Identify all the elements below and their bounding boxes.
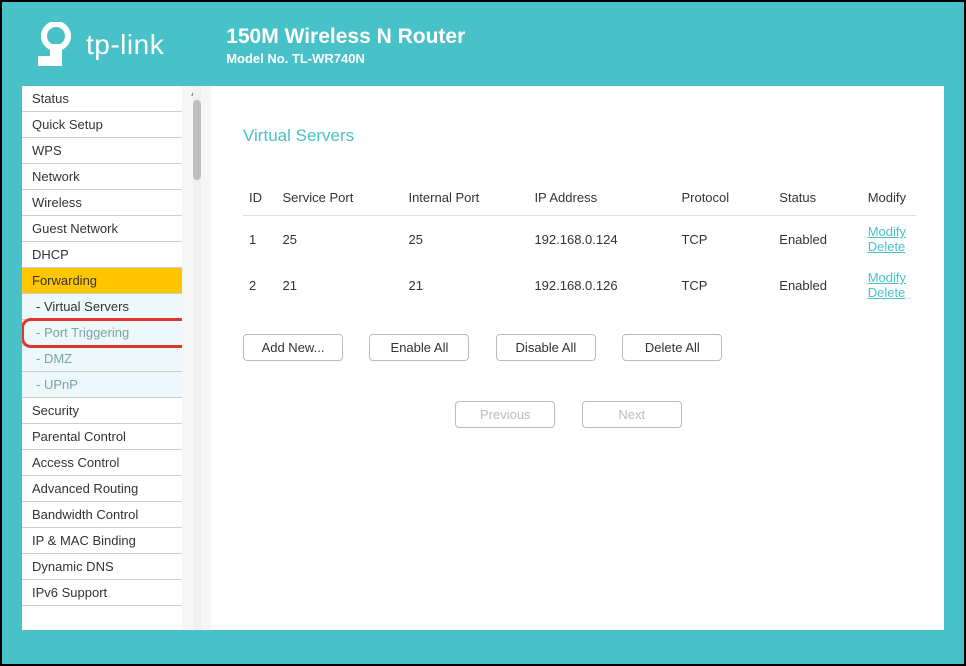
nav-network[interactable]: Network [22,164,182,190]
nav-ipv6-support[interactable]: IPv6 Support [22,580,182,606]
col-modify: Modify [862,184,916,216]
cell-internal-port: 25 [402,216,528,263]
col-status: Status [773,184,861,216]
nav-parental-control[interactable]: Parental Control [22,424,182,450]
title-block: 150M Wireless N Router Model No. TL-WR74… [226,25,465,66]
cell-id: 2 [243,262,277,308]
nav-bandwidth-control[interactable]: Bandwidth Control [22,502,182,528]
modify-link[interactable]: Modify [868,270,906,285]
action-buttons: Add New... Enable All Disable All Delete… [243,334,916,361]
nav-virtual-servers[interactable]: - Virtual Servers [22,294,182,320]
col-service-port: Service Port [277,184,403,216]
page-title: Virtual Servers [243,126,916,146]
virtual-servers-table: ID Service Port Internal Port IP Address… [243,184,916,308]
disable-all-button[interactable]: Disable All [496,334,596,361]
cell-status: Enabled [773,216,861,263]
nav-advanced-routing[interactable]: Advanced Routing [22,476,182,502]
header: tp-link 150M Wireless N Router Model No.… [22,22,944,86]
nav-ip-mac-binding[interactable]: IP & MAC Binding [22,528,182,554]
nav-wireless[interactable]: Wireless [22,190,182,216]
cell-service-port: 25 [277,216,403,263]
brand-name: tp-link [86,29,164,61]
modify-link[interactable]: Modify [868,224,906,239]
cell-ip: 192.168.0.126 [528,262,675,308]
nav-access-control[interactable]: Access Control [22,450,182,476]
delete-link[interactable]: Delete [868,239,906,254]
nav-port-triggering-highlight: - Port Triggering [22,320,182,346]
brand-logo: tp-link [36,22,164,68]
col-protocol: Protocol [675,184,773,216]
cell-service-port: 21 [277,262,403,308]
previous-button[interactable]: Previous [455,401,555,428]
cell-ip: 192.168.0.124 [528,216,675,263]
nav-status[interactable]: Status [22,86,182,112]
nav-dmz[interactable]: - DMZ [22,346,182,372]
delete-link[interactable]: Delete [868,285,906,300]
pager: Previous Next [243,401,916,428]
nav-quick-setup[interactable]: Quick Setup [22,112,182,138]
main-content: Virtual Servers ID Service Port Internal… [211,86,944,630]
nav-wps[interactable]: WPS [22,138,182,164]
next-button[interactable]: Next [582,401,682,428]
nav-dhcp[interactable]: DHCP [22,242,182,268]
table-row: 2 21 21 192.168.0.126 TCP Enabled Modify… [243,262,916,308]
sidebar: Status Quick Setup WPS Network Wireless … [22,86,182,630]
product-model: Model No. TL-WR740N [226,51,465,66]
product-title: 150M Wireless N Router [226,25,465,49]
cell-protocol: TCP [675,216,773,263]
nav-guest-network[interactable]: Guest Network [22,216,182,242]
tplink-logo-icon [36,22,76,68]
col-ip: IP Address [528,184,675,216]
cell-status: Enabled [773,262,861,308]
enable-all-button[interactable]: Enable All [369,334,469,361]
cell-protocol: TCP [675,262,773,308]
cell-id: 1 [243,216,277,263]
table-row: 1 25 25 192.168.0.124 TCP Enabled Modify… [243,216,916,263]
scroll-thumb[interactable] [193,100,201,180]
nav-security[interactable]: Security [22,398,182,424]
delete-all-button[interactable]: Delete All [622,334,722,361]
nav-port-triggering[interactable]: - Port Triggering [22,320,182,346]
add-new-button[interactable]: Add New... [243,334,343,361]
nav-dynamic-dns[interactable]: Dynamic DNS [22,554,182,580]
sidebar-scrollbar[interactable]: ▴ [182,86,211,630]
col-id: ID [243,184,277,216]
nav-upnp[interactable]: - UPnP [22,372,182,398]
cell-internal-port: 21 [402,262,528,308]
nav-forwarding[interactable]: Forwarding [22,268,182,294]
col-internal-port: Internal Port [402,184,528,216]
